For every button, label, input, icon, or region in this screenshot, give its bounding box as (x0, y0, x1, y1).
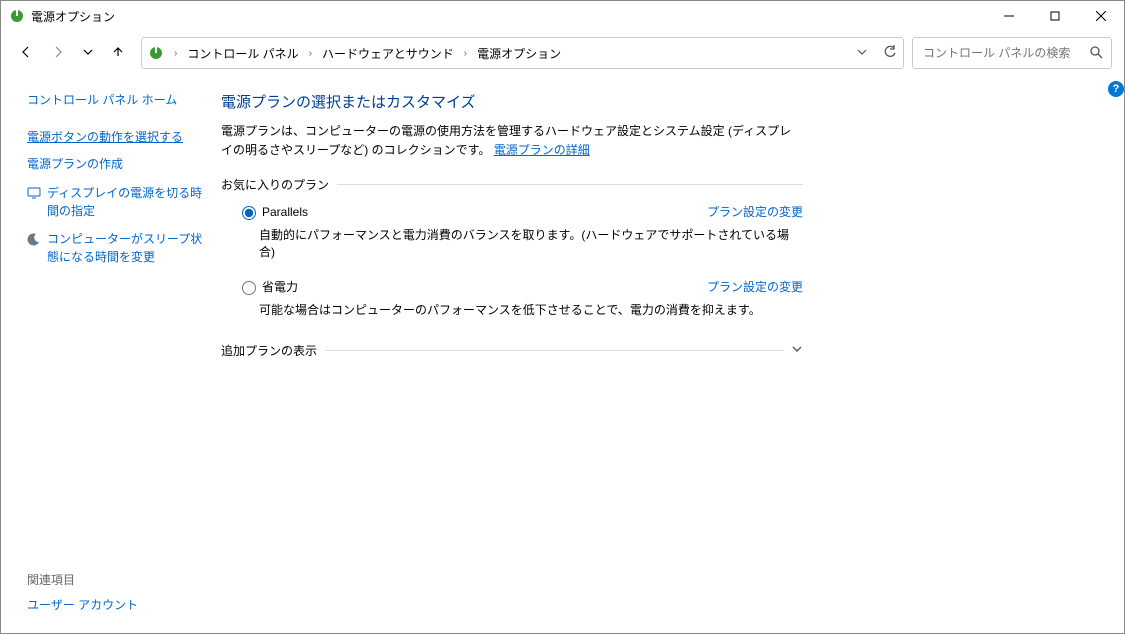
close-button[interactable] (1078, 1, 1124, 31)
up-button[interactable] (111, 45, 125, 62)
search-box[interactable] (912, 37, 1112, 69)
sidebar-display-off-time[interactable]: ディスプレイの電源を切る時間の指定 (47, 184, 213, 220)
page-description: 電源プランは、コンピューターの電源の使用方法を管理するハードウェア設定とシステム… (221, 122, 803, 160)
toolbar: › コントロール パネル › ハードウェアとサウンド › 電源オプション (1, 31, 1124, 79)
show-additional-plans[interactable]: 追加プランの表示 (221, 342, 803, 359)
plan-radio-parallels[interactable] (242, 206, 256, 220)
refresh-button[interactable] (883, 45, 897, 62)
forward-button[interactable] (51, 45, 65, 62)
breadcrumb-hardware-sound[interactable]: ハードウェアとサウンド (322, 45, 454, 62)
sidebar-sleep-time[interactable]: コンピューターがスリープ状態になる時間を変更 (47, 230, 213, 266)
breadcrumb-control-panel[interactable]: コントロール パネル (187, 45, 298, 62)
related-items-heading: 関連項目 (27, 571, 213, 588)
control-panel-home-link[interactable]: コントロール パネル ホーム (27, 91, 213, 108)
plan-name[interactable]: 省電力 (262, 278, 298, 295)
display-icon (27, 186, 41, 200)
user-accounts-link[interactable]: ユーザー アカウント (27, 596, 213, 613)
power-plan-power-saver: 省電力 プラン設定の変更 可能な場合はコンピューターのパフォーマンスを低下させる… (237, 278, 803, 318)
minimize-button[interactable] (986, 1, 1032, 31)
chevron-down-icon (791, 343, 803, 358)
window-title: 電源オプション (31, 8, 115, 25)
breadcrumb-power-options[interactable]: 電源オプション (477, 45, 561, 62)
address-dropdown-button[interactable] (857, 46, 867, 60)
help-button[interactable]: ? (1108, 81, 1124, 97)
page-title: 電源プランの選択またはカスタマイズ (221, 91, 803, 112)
power-plan-details-link[interactable]: 電源プランの詳細 (494, 143, 590, 157)
maximize-button[interactable] (1032, 1, 1078, 31)
plan-description: 自動的にパフォーマンスと電力消費のバランスを取ります。(ハードウェアでサポートさ… (259, 226, 803, 260)
main-content: 電源プランの選択またはカスタマイズ 電源プランは、コンピューターの電源の使用方法… (213, 85, 803, 633)
change-plan-settings-link[interactable]: プラン設定の変更 (707, 278, 803, 295)
plan-name[interactable]: Parallels (262, 205, 308, 219)
back-button[interactable] (19, 45, 33, 62)
power-plan-parallels: Parallels プラン設定の変更 自動的にパフォーマンスと電力消費のバランス… (237, 203, 803, 260)
change-plan-settings-link[interactable]: プラン設定の変更 (707, 203, 803, 220)
address-bar[interactable]: › コントロール パネル › ハードウェアとサウンド › 電源オプション (141, 37, 904, 69)
search-input[interactable] (921, 45, 1089, 61)
moon-icon (27, 232, 41, 246)
title-bar: 電源オプション (1, 1, 1124, 31)
recent-locations-button[interactable] (83, 46, 93, 60)
sidebar-create-plan[interactable]: 電源プランの作成 (27, 155, 213, 174)
plan-description: 可能な場合はコンピューターのパフォーマンスを低下させることで、電力の消費を抑えま… (259, 301, 803, 318)
control-panel-icon (148, 45, 164, 61)
sidebar-power-button-action[interactable]: 電源ボタンの動作を選択する (27, 128, 213, 147)
search-icon[interactable] (1089, 45, 1103, 62)
app-icon (9, 8, 25, 24)
sidebar: コントロール パネル ホーム 電源ボタンの動作を選択する 電源プランの作成 ディ… (27, 85, 213, 633)
plan-radio-power-saver[interactable] (242, 281, 256, 295)
favorite-plans-label: お気に入りのプラン (221, 176, 329, 193)
